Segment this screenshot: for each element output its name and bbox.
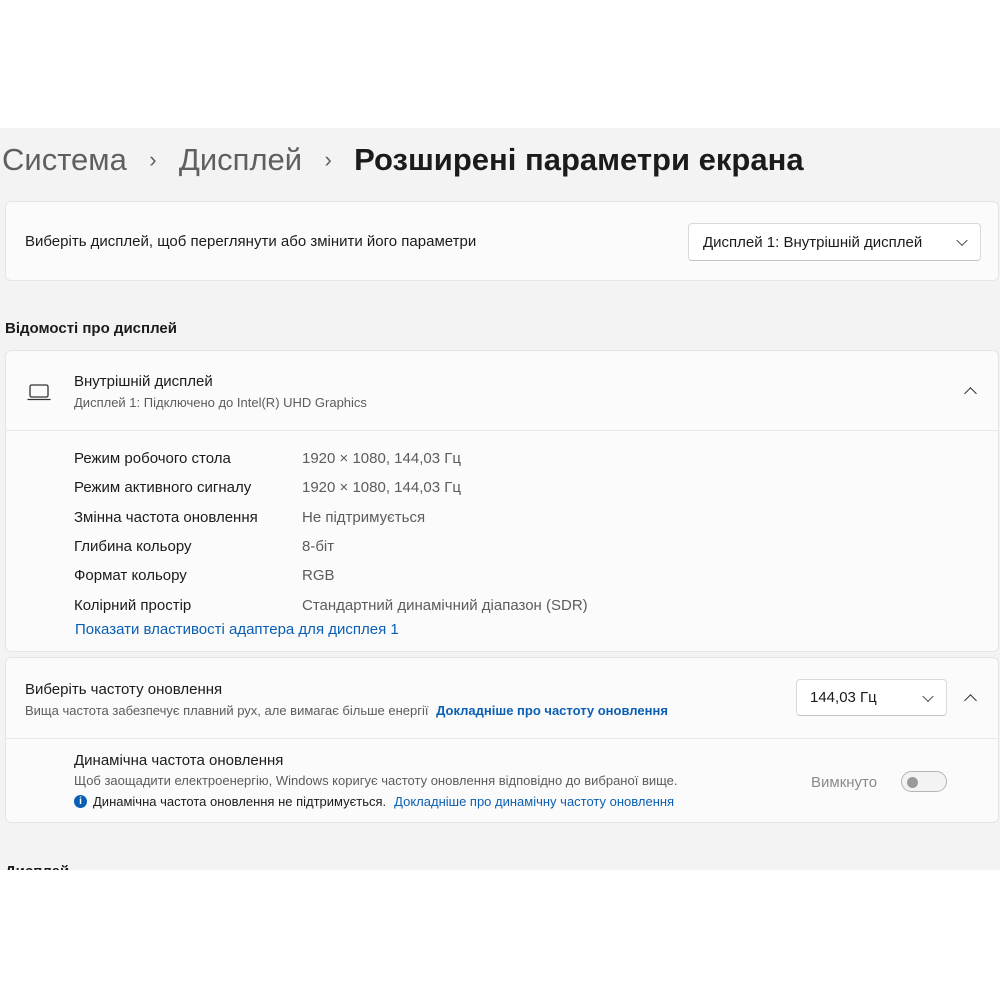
device-title: Внутрішній дисплей [74,373,213,390]
display-info-header[interactable]: Внутрішній дисплей Дисплей 1: Підключено… [6,351,998,431]
list-item: Формат кольору RGB [74,561,588,590]
property-value: 1920 × 1080, 144,03 Гц [302,479,461,497]
refresh-rate-description: Вища частота забезпечує плавний рух, але… [25,703,429,718]
property-label: Режим активного сигналу [74,479,252,497]
divider [6,738,998,739]
dynamic-refresh-title: Динамічна частота оновлення [74,752,284,769]
chevron-up-icon [963,386,977,400]
breadcrumb-item-display[interactable]: Дисплей [179,142,302,178]
display-properties-list: Режим робочого стола 1920 × 1080, 144,03… [74,444,588,620]
property-label: Глибина кольору [74,538,192,556]
chevron-right-icon: › [149,147,157,172]
device-subtitle: Дисплей 1: Підключено до Intel(R) UHD Gr… [74,395,367,410]
dynamic-refresh-note-text: Динамічна частота оновлення не підтримує… [93,794,387,809]
refresh-rate-value: 144,03 Гц [810,689,877,706]
page-title: Розширені параметри екрана [354,142,804,177]
display-dropdown[interactable]: Дисплей 1: Внутрішній дисплей [688,223,981,261]
collapse-button[interactable] [954,375,986,407]
collapse-button[interactable] [954,682,986,714]
refresh-rate-learn-more-link[interactable]: Докладніше про частоту оновлення [436,703,668,718]
property-label: Колірний простір [74,596,192,614]
list-item: Режим активного сигналу 1920 × 1080, 144… [74,473,588,502]
dynamic-refresh-note: i Динамічна частота оновлення не підтрим… [74,794,674,809]
display-select-label: Виберіть дисплей, щоб переглянути або зм… [25,233,477,250]
list-item: Глибина кольору 8-біт [74,532,588,561]
breadcrumb: Система › Дисплей › Розширені параметри … [2,140,804,180]
property-label: Режим робочого стола [74,450,231,468]
info-icon: i [74,795,87,808]
refresh-rate-subtitle: Вища частота забезпечує плавний рух, але… [25,703,668,718]
toggle-state-label: Вимкнуто [811,774,878,791]
section-title-display-info: Відомості про дисплей [5,320,177,337]
breadcrumb-item-system[interactable]: Система [2,142,127,178]
list-item: Режим робочого стола 1920 × 1080, 144,03… [74,444,588,473]
property-value: Не підтримується [302,508,426,526]
property-value: 1920 × 1080, 144,03 Гц [302,450,461,468]
property-value: 8-біт [302,538,335,556]
display-select-card: Виберіть дисплей, щоб переглянути або зм… [5,201,999,281]
adapter-properties-link[interactable]: Показати властивості адаптера для диспле… [75,621,399,638]
settings-window: Система › Дисплей › Розширені параметри … [0,128,1000,870]
section-title-next: Дисплей [5,862,69,870]
chevron-down-icon [922,690,934,702]
refresh-rate-title: Виберіть частоту оновлення [25,681,223,698]
display-dropdown-value: Дисплей 1: Внутрішній дисплей [703,233,923,251]
toggle-knob [907,776,918,788]
display-info-card: Внутрішній дисплей Дисплей 1: Підключено… [5,350,999,652]
property-value: Стандартний динамічний діапазон (SDR) [302,596,588,614]
chevron-right-icon: › [324,147,332,172]
refresh-rate-card: Виберіть частоту оновлення Вища частота … [5,657,999,823]
property-label: Формат кольору [74,567,187,585]
chevron-up-icon [963,693,977,707]
dynamic-refresh-toggle[interactable] [901,771,947,792]
property-label: Змінна частота оновлення [74,508,258,526]
list-item: Колірний простір Стандартний динамічний … [74,590,588,619]
chevron-down-icon [956,234,968,247]
refresh-rate-dropdown[interactable]: 144,03 Гц [796,679,947,716]
section-title-next-text: Дисплей [5,862,69,870]
list-item: Змінна частота оновлення Не підтримуєтьс… [74,503,588,532]
dynamic-refresh-description: Щоб заощадити електроенергію, Windows ко… [74,773,678,788]
dynamic-refresh-learn-more-link[interactable]: Докладніше про динамічну частоту оновлен… [394,794,674,809]
property-value: RGB [302,567,335,585]
laptop-icon [27,384,51,401]
